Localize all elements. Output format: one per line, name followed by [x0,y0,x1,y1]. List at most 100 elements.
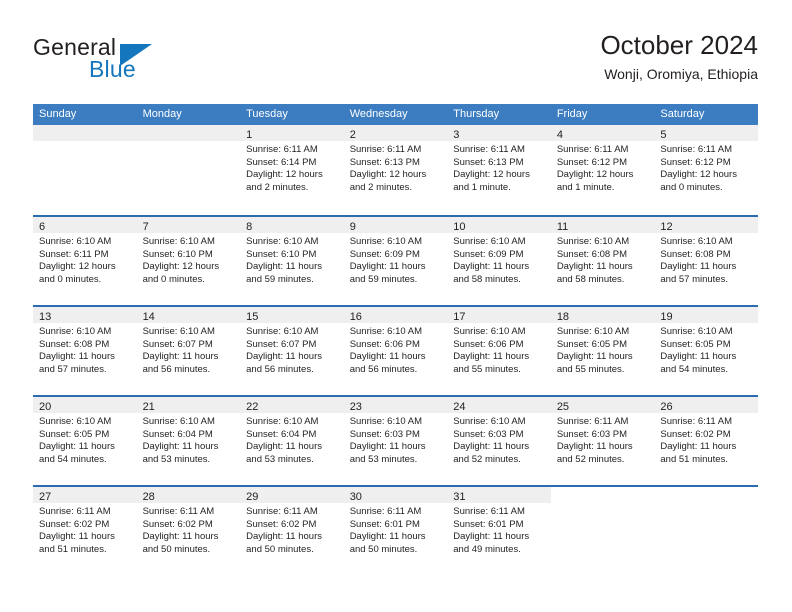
day-number-band: 24 [447,397,551,413]
daylight-text: Daylight: 11 hours and 57 minutes. [660,261,737,285]
calendar-day-cell[interactable]: 28 Sunrise: 6:11 AM Sunset: 6:02 PM Dayligh… [136,487,241,575]
day-details: Sunrise: 6:10 AM Sunset: 6:05 PM Daylight:… [654,323,758,376]
calendar-day-cell[interactable]: 24 Sunrise: 6:10 AM Sunset: 6:03 PM Dayligh… [447,397,551,485]
sunrise-text: Sunrise: 6:11 AM [660,144,733,155]
sunrise-text: Sunrise: 6:11 AM [556,144,629,155]
day-number: 2 [349,129,356,141]
daylight-text: Daylight: 11 hours and 53 minutes. [349,441,426,465]
sunrise-text: Sunrise: 6:10 AM [246,236,319,247]
daylight-text: Daylight: 11 hours and 50 minutes. [142,531,219,555]
day-number-band: 3 [447,125,551,141]
day-details: Sunrise: 6:11 AM Sunset: 6:01 PM Daylight:… [344,503,448,556]
calendar-day-cell[interactable]: 2 Sunrise: 6:11 AM Sunset: 6:13 PM Daylight… [343,125,448,215]
calendar-week-row: 20 Sunrise: 6:10 AM Sunset: 6:05 PM Dayligh… [33,395,758,485]
day-number: 16 [349,311,362,323]
day-details: Sunrise: 6:11 AM Sunset: 6:02 PM Daylight:… [137,503,241,556]
daylight-text: Daylight: 11 hours and 52 minutes. [556,441,633,465]
calendar-day-cell[interactable]: 29 Sunrise: 6:11 AM Sunset: 6:02 PM Dayligh… [240,487,344,575]
calendar-day-cell[interactable]: 3 Sunrise: 6:11 AM Sunset: 6:13 PM Daylight… [447,125,551,215]
sunset-text: Sunset: 6:02 PM [39,518,110,530]
calendar-day-cell[interactable]: 22 Sunrise: 6:10 AM Sunset: 6:04 PM Dayligh… [240,397,344,485]
calendar-day-cell[interactable]: 30 Sunrise: 6:11 AM Sunset: 6:01 PM Dayligh… [343,487,448,575]
calendar-day-cell[interactable]: 7 Sunrise: 6:10 AM Sunset: 6:10 PM Daylight… [136,217,241,305]
calendar-day-cell[interactable]: 12 Sunrise: 6:10 AM Sunset: 6:08 PM Dayligh… [654,217,758,305]
sunset-text: Sunset: 6:02 PM [142,518,213,530]
calendar-day-cell[interactable]: 25 Sunrise: 6:11 AM Sunset: 6:03 PM Dayligh… [550,397,655,485]
day-number: 18 [556,311,570,323]
day-details: Sunrise: 6:10 AM Sunset: 6:03 PM Daylight:… [344,413,448,466]
day-number: 19 [660,311,673,323]
day-number-band: 21 [136,397,241,413]
calendar-day-cell[interactable]: 23 Sunrise: 6:10 AM Sunset: 6:03 PM Dayligh… [343,397,448,485]
weekday-header-row: Sunday Monday Tuesday Wednesday Thursday… [33,104,758,125]
calendar-day-cell[interactable]: 18 Sunrise: 6:10 AM Sunset: 6:05 PM Dayligh… [550,307,655,395]
calendar-day-cell[interactable]: 9 Sunrise: 6:10 AM Sunset: 6:09 PM Daylight… [343,217,448,305]
calendar-day-cell[interactable]: 27 Sunrise: 6:11 AM Sunset: 6:02 PM Dayligh… [33,487,137,575]
calendar-day-cell[interactable]: 20 Sunrise: 6:10 AM Sunset: 6:05 PM Dayligh… [33,397,137,485]
day-details: Sunrise: 6:10 AM Sunset: 6:04 PM Daylight:… [137,413,241,466]
day-number: 9 [349,221,356,233]
calendar-day-cell[interactable]: 21 Sunrise: 6:10 AM Sunset: 6:04 PM Dayligh… [136,397,241,485]
day-number-band [33,125,137,141]
sunset-text: Sunset: 6:12 PM [556,156,628,168]
day-number-band: 9 [343,217,448,233]
day-details: Sunrise: 6:11 AM Sunset: 6:03 PM Daylight:… [551,413,655,466]
calendar-day-cell[interactable]: 15 Sunrise: 6:10 AM Sunset: 6:07 PM Dayligh… [240,307,344,395]
day-details: Sunrise: 6:10 AM Sunset: 6:10 PM Daylight:… [240,233,344,286]
day-details: Sunrise: 6:10 AM Sunset: 6:11 PM Daylight:… [33,233,137,286]
day-details: Sunrise: 6:10 AM Sunset: 6:05 PM Daylight:… [33,413,137,466]
sunset-text: Sunset: 6:10 PM [142,248,213,260]
calendar-day-cell[interactable]: 1 Sunrise: 6:11 AM Sunset: 6:14 PM Daylight… [240,125,344,215]
calendar-page: General Blue October 2024 Wonji, Oromiya… [0,0,792,612]
daylight-text: Daylight: 12 hours and 0 minutes. [142,261,220,285]
sunrise-text: Sunrise: 6:10 AM [39,416,112,427]
daylight-text: Daylight: 12 hours and 0 minutes. [660,169,737,193]
calendar-day-cell[interactable]: 16 Sunrise: 6:10 AM Sunset: 6:06 PM Dayligh… [343,307,448,395]
calendar-day-cell[interactable]: 5 Sunrise: 6:11 AM Sunset: 6:12 PM Daylight… [654,125,758,215]
calendar-day-cell-empty [136,125,241,215]
weekday-header-saturday: Saturday [660,108,705,120]
day-details: Sunrise: 6:11 AM Sunset: 6:12 PM Daylight:… [654,141,758,194]
calendar-day-cell[interactable]: 26 Sunrise: 6:11 AM Sunset: 6:02 PM Dayligh… [654,397,758,485]
day-details: Sunrise: 6:11 AM Sunset: 6:02 PM Daylight:… [33,503,137,556]
day-number: 30 [349,491,362,503]
day-details: Sunrise: 6:10 AM Sunset: 6:06 PM Daylight:… [447,323,551,376]
day-number-band: 7 [136,217,241,233]
daylight-text: Daylight: 11 hours and 49 minutes. [453,531,530,555]
weekday-header-friday: Friday [556,108,588,120]
day-number-band: 11 [550,217,655,233]
day-number-band: 14 [136,307,241,323]
day-number: 20 [39,401,52,413]
sunrise-text: Sunrise: 6:10 AM [142,326,215,337]
sunset-text: Sunset: 6:03 PM [453,428,524,440]
calendar-day-cell[interactable]: 10 Sunrise: 6:10 AM Sunset: 6:09 PM Dayligh… [447,217,551,305]
day-number-band: 31 [447,487,551,503]
calendar-day-cell[interactable]: 6 Sunrise: 6:10 AM Sunset: 6:11 PM Daylight… [33,217,137,305]
calendar-day-cell[interactable]: 14 Sunrise: 6:10 AM Sunset: 6:07 PM Dayligh… [136,307,241,395]
daylight-text: Daylight: 11 hours and 50 minutes. [246,531,322,555]
sunset-text: Sunset: 6:14 PM [246,156,317,168]
calendar-day-cell[interactable]: 31 Sunrise: 6:11 AM Sunset: 6:01 PM Dayligh… [447,487,551,575]
calendar-day-cell[interactable]: 4 Sunrise: 6:11 AM Sunset: 6:12 PM Daylight… [550,125,655,215]
sunrise-text: Sunrise: 6:11 AM [349,506,422,517]
day-details: Sunrise: 6:10 AM Sunset: 6:03 PM Daylight:… [447,413,551,466]
page-title: October 2024 [600,30,758,60]
general-blue-logo[interactable]: General Blue [33,34,183,90]
sunset-text: Sunset: 6:13 PM [453,156,524,168]
calendar-day-cell[interactable]: 8 Sunrise: 6:10 AM Sunset: 6:10 PM Daylight… [240,217,344,305]
day-details: Sunrise: 6:10 AM Sunset: 6:10 PM Daylight:… [137,233,241,286]
day-number: 28 [142,491,155,503]
day-details: Sunrise: 6:10 AM Sunset: 6:09 PM Daylight:… [447,233,551,286]
calendar-day-cell[interactable]: 19 Sunrise: 6:10 AM Sunset: 6:05 PM Dayligh… [654,307,758,395]
sunset-text: Sunset: 6:03 PM [349,428,420,440]
calendar-day-cell[interactable]: 13 Sunrise: 6:10 AM Sunset: 6:08 PM Dayligh… [33,307,137,395]
daylight-text: Daylight: 11 hours and 51 minutes. [39,531,115,555]
sunset-text: Sunset: 6:05 PM [556,338,628,350]
day-number: 11 [556,221,569,233]
calendar-day-cell[interactable]: 17 Sunrise: 6:10 AM Sunset: 6:06 PM Dayligh… [447,307,551,395]
daylight-text: Daylight: 11 hours and 55 minutes. [453,351,530,375]
page-subtitle: Wonji, Oromiya, Ethiopia [604,66,758,82]
calendar-day-cell[interactable]: 11 Sunrise: 6:10 AM Sunset: 6:08 PM Dayligh… [550,217,655,305]
day-number: 14 [142,311,155,323]
daylight-text: Daylight: 11 hours and 51 minutes. [660,441,737,465]
